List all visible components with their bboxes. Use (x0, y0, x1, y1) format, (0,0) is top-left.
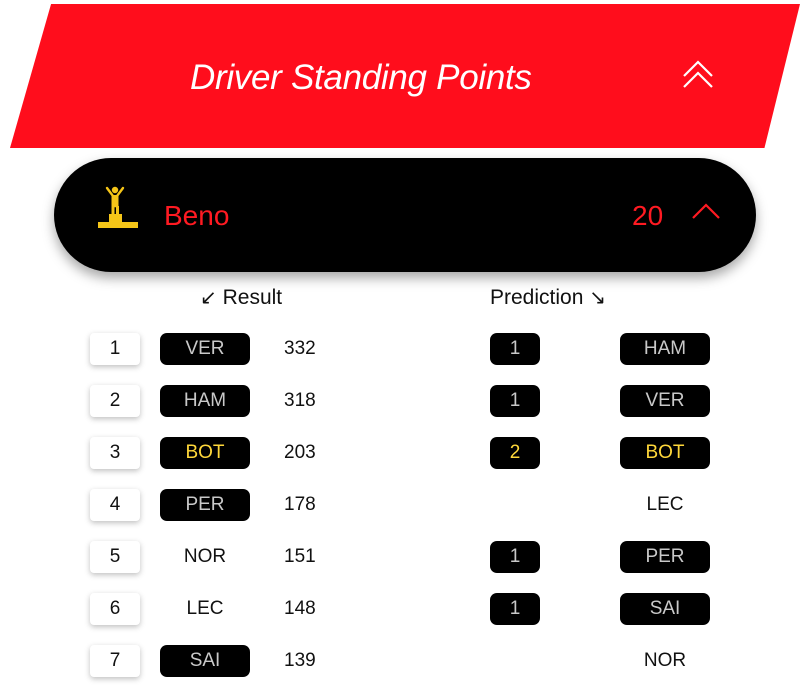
driver-points: 318 (284, 390, 316, 411)
result-position: 4 (90, 489, 140, 521)
prediction-driver: LEC (646, 494, 684, 515)
arrow-down-left-icon: ↙ (200, 287, 217, 309)
prediction-heading: Prediction ↘ (490, 285, 606, 310)
result-position: 6 (90, 593, 140, 625)
user-score-card[interactable]: Beno 20 (54, 158, 756, 272)
podium-icon (98, 186, 138, 228)
prediction-driver: NOR (643, 650, 687, 671)
result-position: 7 (90, 645, 140, 677)
prediction-points: 2 (490, 437, 540, 469)
user-points: 20 (632, 200, 664, 231)
section-header: Driver Standing Points (10, 4, 800, 148)
result-heading: ↙ Result (200, 285, 282, 310)
prediction-driver: HAM (620, 333, 710, 365)
prediction-points: 1 (490, 385, 540, 417)
result-driver: PER (160, 489, 250, 521)
result-driver: VER (160, 333, 250, 365)
result-position: 5 (90, 541, 140, 573)
prediction-points: 1 (490, 541, 540, 573)
double-chevron-up-icon (683, 60, 713, 88)
prediction-driver: SAI (620, 593, 710, 625)
prediction-points: 1 (490, 333, 540, 365)
standings-row: 6 LEC 148 1 SAI (0, 589, 812, 629)
result-driver: BOT (160, 437, 250, 469)
prediction-driver: VER (620, 385, 710, 417)
driver-points: 203 (284, 442, 316, 463)
result-position: 1 (90, 333, 140, 365)
page-title: Driver Standing Points (190, 58, 532, 97)
standings-row: 7 SAI 139 NOR (0, 641, 812, 681)
driver-points: 148 (284, 598, 316, 619)
result-driver: SAI (160, 645, 250, 677)
standings-row: 1 VER 332 1 HAM (0, 329, 812, 369)
driver-points: 332 (284, 338, 316, 359)
standings-row: 4 PER 178 LEC (0, 485, 812, 525)
result-position: 2 (90, 385, 140, 417)
collapse-section-button[interactable] (678, 56, 718, 96)
result-driver: HAM (160, 385, 250, 417)
prediction-heading-label: Prediction (490, 286, 584, 309)
prediction-points (490, 645, 540, 677)
prediction-driver: PER (620, 541, 710, 573)
prediction-driver: BOT (620, 437, 710, 469)
user-name: Beno (164, 200, 230, 231)
arrow-down-right-icon: ↘ (589, 287, 606, 309)
standings-row: 2 HAM 318 1 VER (0, 381, 812, 421)
driver-points: 178 (284, 494, 316, 515)
result-driver: NOR (183, 546, 227, 567)
result-driver: LEC (186, 598, 224, 619)
prediction-points: 1 (490, 593, 540, 625)
result-heading-label: Result (222, 286, 283, 309)
standings-row: 3 BOT 203 2 BOT (0, 433, 812, 473)
prediction-points (490, 489, 540, 521)
driver-points: 151 (284, 546, 316, 567)
result-position: 3 (90, 437, 140, 469)
driver-points: 139 (284, 650, 316, 671)
standings-row: 5 NOR 151 1 PER (0, 537, 812, 577)
chevron-up-icon[interactable] (690, 198, 722, 222)
